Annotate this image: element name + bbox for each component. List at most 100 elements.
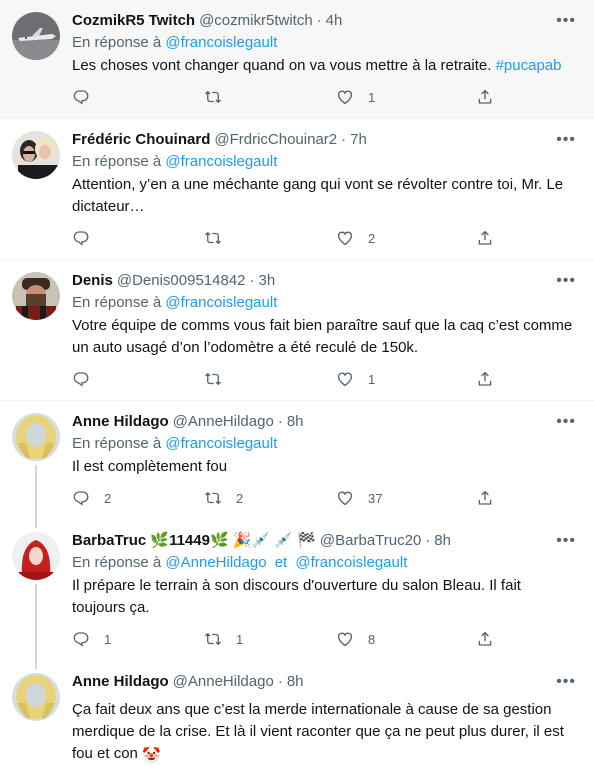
separator-dot: · <box>341 131 347 148</box>
mention-link[interactable]: @francoislegault <box>165 153 277 170</box>
more-icon[interactable]: ••• <box>556 413 576 431</box>
tweet-text-line: un auto usagé d’on l’odomètre a été recu… <box>72 339 419 356</box>
share-button[interactable] <box>476 229 494 247</box>
like-button[interactable]: 8 <box>336 630 476 648</box>
like-count: 1 <box>368 371 376 387</box>
mention-link[interactable]: @AnneHildago <box>165 554 266 571</box>
reply-context: En réponse à @francoislegault <box>72 152 578 172</box>
more-icon[interactable]: ••• <box>556 131 576 149</box>
mention-link[interactable]: @francoislegault <box>165 34 277 51</box>
like-count: 2 <box>368 230 376 246</box>
avatar[interactable] <box>12 532 60 580</box>
tweet[interactable]: BarbaTruc 🌿11449🌿 🎉💉 💉 🏁 @BarbaTruc20 · … <box>0 520 594 665</box>
thread-connector <box>35 661 37 669</box>
more-icon[interactable]: ••• <box>556 12 576 30</box>
like-button[interactable]: 37 <box>336 489 476 507</box>
action-bar: 2 <box>72 218 578 258</box>
reply-context: En réponse à @francoislegault <box>72 293 578 313</box>
more-icon[interactable]: ••• <box>556 272 576 290</box>
username-handle[interactable]: @AnneHildago <box>173 411 274 433</box>
display-name[interactable]: CozmikR5 Twitch <box>72 10 195 32</box>
username-handle[interactable]: @Denis009514842 <box>117 270 246 292</box>
tweet-text-line: Il est complètement fou <box>72 458 228 475</box>
display-name[interactable]: Frédéric Chouinard <box>72 129 210 151</box>
tweet-text-line: merdique de la crise. Et là il vient rac… <box>72 723 564 740</box>
tweet-text: Il est complètement fou <box>72 456 578 478</box>
display-name-number: 11449 <box>169 532 210 549</box>
action-bar: 1 <box>72 359 578 399</box>
avatar[interactable] <box>12 272 60 320</box>
share-button[interactable] <box>476 88 494 106</box>
mention-link[interactable]: @francoislegault <box>165 435 277 452</box>
avatar[interactable] <box>12 413 60 461</box>
like-count: 1 <box>368 89 376 105</box>
retweet-button[interactable] <box>204 370 336 388</box>
tweet-text-content: Les choses vont changer quand on va vous… <box>72 57 496 74</box>
reply-button[interactable] <box>72 88 204 106</box>
tweet-text-line: Il prépare le terrain à son discours d'o… <box>72 577 521 594</box>
timestamp[interactable]: 8h <box>434 530 451 552</box>
tweet[interactable]: CozmikR5 Twitch @cozmikr5twitch · 4h •••… <box>0 0 594 119</box>
share-button[interactable] <box>476 630 494 648</box>
timestamp[interactable]: 8h <box>287 671 304 693</box>
retweet-button[interactable]: 2 <box>204 489 336 507</box>
share-button[interactable] <box>476 370 494 388</box>
reply-button[interactable]: 1 <box>72 630 204 648</box>
mention-link[interactable]: @francoislegault <box>165 294 277 311</box>
username-handle[interactable]: @AnneHildago <box>173 671 274 693</box>
tweet-text-line: Ça fait deux ans que c’est la merde inte… <box>72 701 552 718</box>
tweet-text-line: dictateur… <box>72 198 145 215</box>
share-button[interactable] <box>476 489 494 507</box>
username-handle[interactable]: @FrdricChouinar2 <box>214 129 337 151</box>
heart-icon <box>336 630 354 648</box>
action-bar: 2 2 37 <box>72 478 578 518</box>
like-button[interactable]: 1 <box>336 370 476 388</box>
retweet-button[interactable] <box>204 229 336 247</box>
retweet-button[interactable] <box>204 88 336 106</box>
more-icon[interactable]: ••• <box>556 673 576 691</box>
tweet[interactable]: Anne Hildago @AnneHildago · 8h ••• Ça fa… <box>0 661 594 764</box>
timestamp[interactable]: 8h <box>287 411 304 433</box>
reply-prefix: En réponse à <box>72 153 162 170</box>
avatar[interactable] <box>12 673 60 721</box>
thread-connector <box>35 584 37 665</box>
separator-dot: · <box>277 413 283 430</box>
reply-button[interactable]: 2 <box>72 489 204 507</box>
reply-prefix: En réponse à <box>72 294 162 311</box>
leaf-emoji: 🌿 <box>150 532 170 549</box>
like-button[interactable]: 2 <box>336 229 476 247</box>
tweet-text-line: toujours ça. <box>72 599 150 616</box>
reply-button[interactable] <box>72 370 204 388</box>
reply-context: En réponse à @AnneHildago et @francoisle… <box>72 553 578 573</box>
share-icon <box>476 88 494 106</box>
timestamp[interactable]: 3h <box>259 270 276 292</box>
mention-link[interactable]: @francoislegault <box>295 554 407 571</box>
like-button[interactable]: 1 <box>336 88 476 106</box>
timestamp[interactable]: 7h <box>350 129 367 151</box>
tweet-text: Attention, y’en a une méchante gang qui … <box>72 174 578 218</box>
avatar[interactable] <box>12 131 60 179</box>
avatar[interactable] <box>12 12 60 60</box>
hashtag-link[interactable]: #pucapab <box>496 57 562 74</box>
username-handle[interactable]: @BarbaTruc20 <box>320 530 421 552</box>
display-name[interactable]: Denis <box>72 270 113 292</box>
reply-icon <box>72 229 90 247</box>
reply-joiner: et <box>274 554 288 571</box>
tweet[interactable]: Frédéric Chouinard @FrdricChouinar2 · 7h… <box>0 119 594 260</box>
display-name[interactable]: BarbaTruc 🌿11449🌿 🎉💉 💉 🏁 <box>72 530 316 552</box>
reply-button[interactable] <box>72 229 204 247</box>
tweet-text-line: Attention, y’en a une méchante gang qui … <box>72 176 564 193</box>
like-count: 8 <box>368 631 376 647</box>
heart-icon <box>336 88 354 106</box>
tweet-text: Il prépare le terrain à son discours d'o… <box>72 575 578 619</box>
tweet[interactable]: Anne Hildago @AnneHildago · 8h ••• En ré… <box>0 401 594 524</box>
timestamp[interactable]: 4h <box>326 10 343 32</box>
display-name[interactable]: Anne Hildago <box>72 671 169 693</box>
retweet-button[interactable]: 1 <box>204 630 336 648</box>
username-handle[interactable]: @cozmikr5twitch <box>199 10 313 32</box>
display-name[interactable]: Anne Hildago <box>72 411 169 433</box>
action-bar: 1 <box>72 77 578 117</box>
reply-prefix: En réponse à <box>72 435 162 452</box>
more-icon[interactable]: ••• <box>556 532 576 550</box>
tweet[interactable]: Denis @Denis009514842 · 3h ••• En répons… <box>0 260 594 401</box>
